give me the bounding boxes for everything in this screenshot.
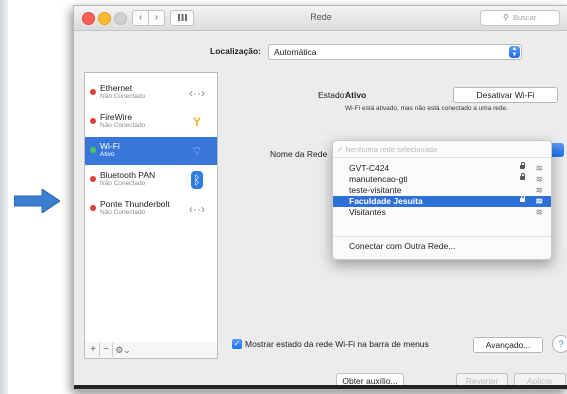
bluetooth-icon: ᛒ (191, 171, 203, 189)
show-wifi-status-label: Mostrar estado da rede Wi-Fi na barra de… (245, 339, 429, 349)
lock-icon (520, 195, 525, 202)
location-select[interactable]: Automática ▲ ▼ (268, 44, 522, 60)
network-option[interactable]: manutencao-gti ≋ (333, 173, 551, 185)
service-item[interactable]: Ethernet Não Conectado ‹··› (85, 79, 217, 107)
title-bar: ‹ › Rede ⚲ Buscar (74, 6, 567, 31)
select-stepper-icon: ▲ ▼ (509, 46, 520, 58)
service-item[interactable]: Wi-Fi Ativo ⌔ (85, 137, 217, 165)
join-other-network-item[interactable]: Conectar com Outra Rede... (349, 241, 455, 251)
service-status: Não Conectado (100, 180, 146, 187)
service-status: Ativo (100, 151, 115, 158)
wifi-signal-icon: ≋ (535, 163, 543, 173)
network-preferences-window: ‹ › Rede ⚲ Buscar Localização: Automátic… (73, 5, 567, 390)
pointer-arrow-icon (14, 189, 60, 213)
status-dot (90, 89, 96, 95)
status-dot (90, 176, 96, 182)
network-option[interactable]: Visitantes ≋ (333, 207, 551, 218)
service-name: Ponte Thunderbolt (100, 199, 170, 209)
status-value: Ativo (345, 90, 367, 100)
lock-icon (520, 173, 525, 180)
status-dot (90, 147, 96, 153)
revert-button[interactable]: Reverter (456, 373, 508, 389)
thunderbolt-arrows-icon: ‹··› (189, 202, 205, 216)
lock-icon (520, 162, 525, 169)
background-panel-edge (0, 0, 8, 394)
network-option[interactable]: GVT-C424 ≋ (333, 162, 551, 174)
wifi-signal-icon: ≋ (535, 174, 543, 184)
wifi-signal-icon: ≋ (535, 196, 543, 206)
menu-separator (333, 236, 551, 237)
service-name: Wi-Fi (100, 141, 120, 151)
service-list: Ethernet Não Conectado ‹··› FireWire Não Con… (84, 72, 218, 344)
firewire-icon: Y (192, 115, 201, 129)
no-network-option[interactable]: ✓ Nenhuma rede selecionada (337, 145, 437, 154)
network-option[interactable]: Faculdade Jesuita ≋ (333, 195, 551, 207)
service-item[interactable]: Bluetooth PAN Não Conectado ᛒ (85, 166, 217, 194)
status-label: Estado: (318, 90, 347, 100)
location-value: Automática (274, 47, 317, 57)
show-wifi-status-checkbox[interactable]: ✓ (232, 339, 242, 349)
network-option-name: teste-visitante (349, 185, 402, 195)
wifi-signal-icon: ≋ (535, 185, 543, 195)
service-list-toolbar: + − ⚙⌄ (84, 342, 218, 359)
service-status: Não Conectado (100, 209, 146, 216)
assist-me-button[interactable]: Obter auxílio... (336, 373, 404, 389)
network-dropdown-menu: ✓ Nenhuma rede selecionada Conectar com … (332, 140, 552, 260)
network-option-name: manutencao-gti (349, 174, 408, 184)
status-description: Wi-Fi está ativado, mas não está conecta… (345, 105, 508, 112)
network-option-name: Faculdade Jesuita (349, 196, 423, 206)
status-dot (90, 118, 96, 124)
location-label: Localização: (210, 46, 262, 56)
search-icon: ⚲ (503, 13, 509, 22)
service-action-button[interactable]: ⚙⌄ (113, 343, 133, 357)
help-button[interactable]: ? (552, 335, 567, 353)
service-name: FireWire (100, 112, 133, 122)
apply-button[interactable]: Aplicar (514, 373, 566, 389)
network-option-name: Visitantes (349, 207, 386, 217)
wifi-icon: ⌔ (191, 144, 203, 158)
add-service-button[interactable]: + (87, 343, 99, 357)
service-item[interactable]: Ponte Thunderbolt Não Conectado ‹··› (85, 195, 217, 223)
network-option[interactable]: teste-visitante ≋ (333, 185, 551, 196)
search-placeholder: Buscar (513, 13, 537, 22)
remove-service-button[interactable]: − (99, 343, 113, 357)
turn-off-wifi-button[interactable]: Desativar Wi-Fi (453, 87, 558, 103)
wifi-signal-icon: ≋ (535, 207, 543, 217)
service-status: Não Conectado (100, 93, 146, 100)
service-item[interactable]: FireWire Não Conectado Y (85, 108, 217, 136)
advanced-button[interactable]: Avançado... (473, 337, 543, 353)
menu-separator (333, 157, 551, 158)
search-field[interactable]: ⚲ Buscar (480, 10, 560, 26)
network-option-name: GVT-C424 (349, 163, 390, 173)
service-name: Ethernet (100, 83, 133, 93)
service-name: Bluetooth PAN (100, 170, 156, 180)
service-status: Não Conectado (100, 122, 146, 129)
ethernet-arrows-icon: ‹··› (189, 86, 205, 100)
network-name-label: Nome da Rede (270, 149, 328, 159)
status-dot (90, 205, 96, 211)
